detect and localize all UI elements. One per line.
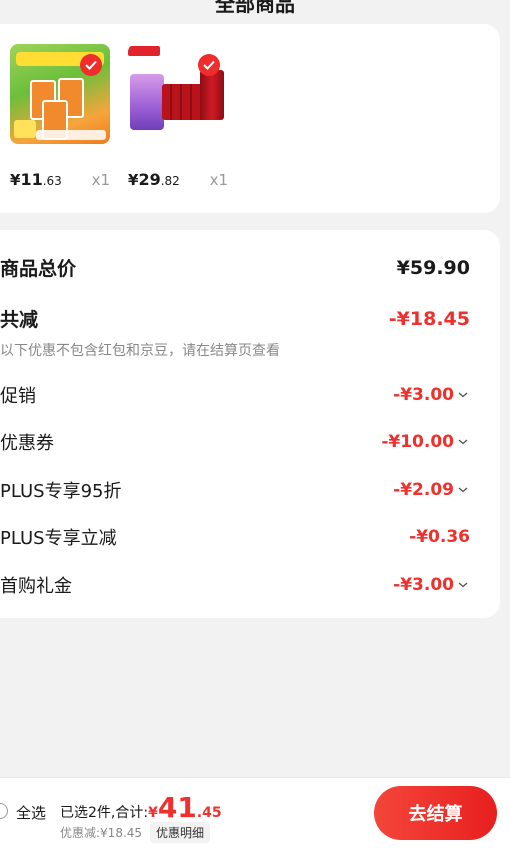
price-summary-card: 商品总价 ¥59.90 共减 -¥18.45 以下优惠不包含红包和京豆，请在结算… xyxy=(0,230,500,618)
page-title: 全部商品 xyxy=(215,0,295,16)
product-quantity: x1 xyxy=(209,171,228,189)
discount-row-promotion[interactable]: 促销 -¥3.00 xyxy=(0,382,470,408)
total-price-value: ¥59.90 xyxy=(396,256,470,279)
chevron-down-icon[interactable] xyxy=(456,483,470,497)
product-quantity: x1 xyxy=(91,171,110,189)
product-image[interactable] xyxy=(128,44,228,144)
checked-icon[interactable] xyxy=(198,54,220,76)
product-image[interactable] xyxy=(10,44,110,144)
discount-note: 以下优惠不包含红包和京豆，请在结算页查看 xyxy=(0,343,280,359)
product-price: ¥29.82 xyxy=(128,170,180,189)
checkout-button[interactable]: 去结算 xyxy=(374,786,497,840)
total-reduce-value: -¥18.45 xyxy=(388,307,470,330)
total-price-label: 商品总价 xyxy=(0,258,77,280)
discount-label: PLUS专享立减 xyxy=(0,528,117,549)
discount-row-plus95[interactable]: PLUS专享95折 -¥2.09 xyxy=(0,477,470,503)
checkout-bar: 全选 已选2件,合计: ¥ 41 .45 优惠减:¥18.45 优惠明细 去结算 xyxy=(0,777,510,855)
product-item-cola[interactable]: ¥29.82 x1 xyxy=(128,44,228,189)
product-price: ¥11.63 xyxy=(10,170,62,189)
discount-detail-button[interactable]: 优惠明细 xyxy=(150,822,211,843)
discount-row-plus-reduce: PLUS专享立减 -¥0.36 xyxy=(0,524,470,550)
discount-row-coupon[interactable]: 优惠券 -¥10.00 xyxy=(0,429,470,455)
discount-label: PLUS专享95折 xyxy=(0,481,122,502)
discount-label: 优惠券 xyxy=(0,433,54,454)
discount-summary: 优惠减:¥18.45 优惠明细 xyxy=(60,822,211,843)
chevron-down-icon[interactable] xyxy=(456,435,470,449)
discount-value: -¥3.00 xyxy=(393,385,454,405)
discount-label: 促销 xyxy=(0,386,36,407)
discount-value: -¥10.00 xyxy=(381,432,454,452)
selected-total: 已选2件,合计: ¥ 41 .45 xyxy=(60,791,222,824)
products-card: ¥11.63 x1 ¥29.82 x1 xyxy=(0,24,500,213)
chevron-down-icon[interactable] xyxy=(456,578,470,592)
discount-row-first-gift[interactable]: 首购礼金 -¥3.00 xyxy=(0,572,470,598)
total-price-row: 商品总价 ¥59.90 xyxy=(0,254,470,281)
discount-value: -¥0.36 xyxy=(409,527,470,547)
select-all-radio[interactable] xyxy=(0,803,8,819)
discount-value: -¥3.00 xyxy=(393,575,454,595)
total-reduce-label: 共减 xyxy=(0,309,39,331)
discount-label: 首购礼金 xyxy=(0,576,72,597)
discount-value: -¥2.09 xyxy=(393,480,454,500)
chevron-down-icon[interactable] xyxy=(456,388,470,402)
select-all-label[interactable]: 全选 xyxy=(16,802,46,823)
product-item-carrot-juice[interactable]: ¥11.63 x1 xyxy=(10,44,110,189)
checked-icon[interactable] xyxy=(80,54,102,76)
total-reduce-row: 共减 -¥18.45 xyxy=(0,305,470,332)
